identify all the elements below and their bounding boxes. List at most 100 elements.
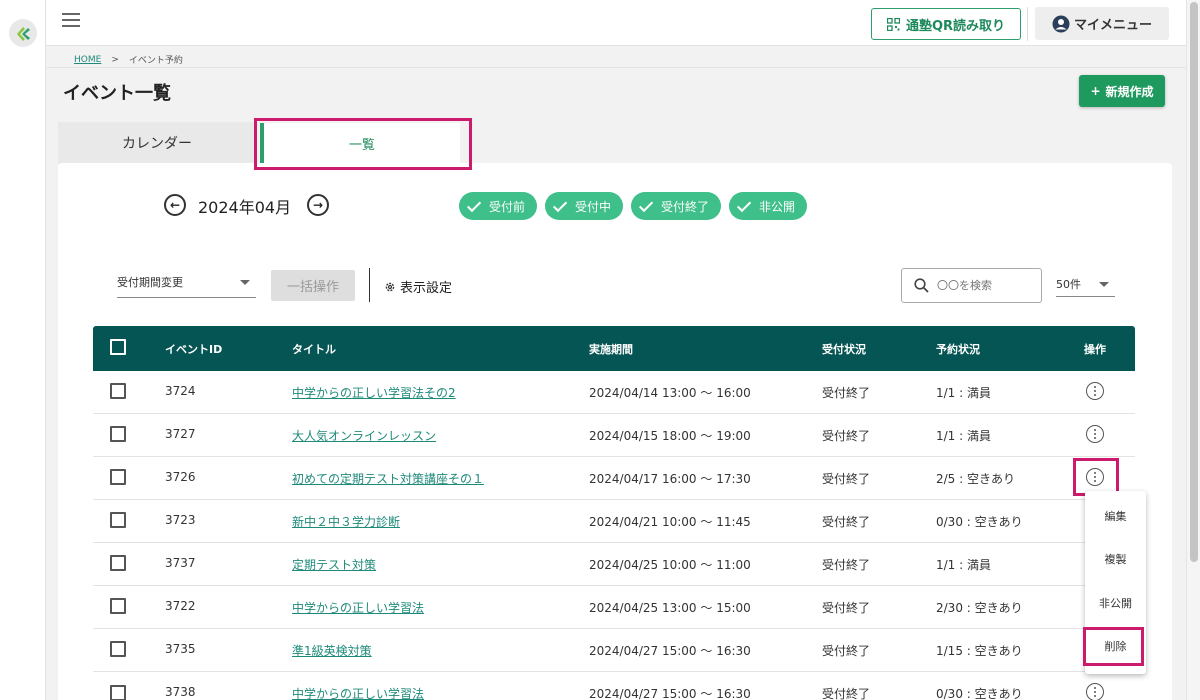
filter-chip-before[interactable]: 受付前	[459, 192, 538, 220]
row-event-id: 3727	[165, 427, 196, 441]
row-checkbox[interactable]	[110, 555, 126, 571]
arrow-left-icon: ←	[169, 198, 181, 212]
row-status: 受付終了	[822, 687, 871, 700]
qr-scan-label: 通塾QR読み取り	[905, 18, 1006, 34]
row-checkbox[interactable]	[110, 512, 126, 528]
breadcrumb-home-link[interactable]: HOME	[74, 55, 101, 65]
row-title-link[interactable]: 準1級英検対策	[292, 642, 372, 659]
next-month-button[interactable]: →	[307, 194, 329, 216]
select-all-checkbox[interactable]	[110, 339, 126, 355]
row-status: 受付終了	[822, 558, 871, 572]
row-checkbox[interactable]	[110, 469, 126, 485]
breadcrumb-divider	[46, 67, 1186, 68]
filter-chip-label: 受付前	[489, 199, 526, 214]
row-title-link[interactable]: 中学からの正しい学習法	[292, 685, 424, 700]
row-checkbox[interactable]	[110, 598, 126, 614]
left-rail	[0, 0, 46, 700]
row-event-id: 3726	[165, 470, 196, 484]
header-status: 受付状況	[822, 343, 866, 356]
row-title-link[interactable]: 初めての定期テスト対策講座その１	[292, 470, 484, 487]
row-period: 2024/04/27 15:00 ～ 16:30	[589, 644, 751, 658]
new-event-label: 新規作成	[1105, 84, 1154, 99]
menu-item-delete[interactable]: 削除	[1085, 631, 1146, 661]
more-options-icon[interactable]	[1086, 468, 1104, 486]
breadcrumb-separator: >	[111, 54, 119, 65]
plus-icon: +	[1090, 84, 1101, 98]
menu-item-edit[interactable]: 編集	[1085, 501, 1146, 531]
page-scrollbar[interactable]	[1186, 0, 1200, 700]
row-reservation: 1/1 : 満員	[936, 558, 991, 572]
row-reservation: 1/15 : 空きあり	[936, 644, 1023, 658]
row-status: 受付終了	[822, 386, 871, 400]
filter-chip-label: 受付中	[575, 199, 612, 214]
row-title-link[interactable]: 中学からの正しい学習法	[292, 599, 424, 616]
page-title: イベント一覧	[63, 83, 171, 104]
search-input[interactable]	[937, 279, 1027, 292]
row-period: 2024/04/14 13:00 ～ 16:00	[589, 386, 751, 400]
table-header: イベントID タイトル 実施期間 受付状況 予約状況 操作	[93, 326, 1135, 371]
menu-item-private[interactable]: 非公開	[1085, 588, 1146, 618]
row-checkbox[interactable]	[110, 383, 126, 399]
scrollbar-thumb[interactable]	[1190, 2, 1198, 562]
filter-chip-private[interactable]: 非公開	[729, 192, 808, 220]
row-title-link[interactable]: 大人気オンラインレッスン	[292, 427, 436, 444]
row-period: 2024/04/25 13:00 ～ 15:00	[589, 601, 751, 615]
more-options-icon[interactable]	[1086, 683, 1104, 700]
app-logo-icon[interactable]	[8, 18, 38, 48]
row-title-link[interactable]: 中学からの正しい学習法その2	[292, 384, 456, 401]
user-avatar-icon	[1052, 15, 1070, 32]
row-title-link[interactable]: 新中２中３学力診断	[292, 513, 400, 530]
row-event-id: 3722	[165, 599, 196, 613]
header-action: 操作	[1084, 343, 1106, 356]
display-settings-button[interactable]: 表示設定	[384, 277, 452, 296]
gear-icon	[385, 282, 395, 291]
more-options-icon[interactable]	[1086, 425, 1104, 443]
table-row: 3723 新中２中３学力診断 2024/04/21 10:00 ～ 11:45 …	[93, 500, 1135, 543]
month-label: 2024年04月	[198, 198, 292, 217]
page-size-select[interactable]: 50件	[1056, 270, 1115, 297]
row-event-id: 3724	[165, 384, 196, 398]
table-row: 3735 準1級英検対策 2024/04/27 15:00 ～ 16:30 受付…	[93, 629, 1135, 672]
my-menu-button[interactable]: マイメニュー	[1035, 7, 1169, 40]
arrow-right-icon: →	[312, 198, 324, 212]
row-reservation: 1/1 : 満員	[936, 386, 991, 400]
row-checkbox[interactable]	[110, 641, 126, 657]
menu-item-copy[interactable]: 複製	[1085, 544, 1146, 574]
row-period: 2024/04/15 18:00 ～ 19:00	[589, 429, 751, 443]
filter-chip-label: 非公開	[759, 199, 796, 214]
hamburger-menu-icon[interactable]	[62, 13, 80, 29]
row-event-id: 3723	[165, 513, 196, 527]
check-icon	[639, 197, 654, 212]
row-period: 2024/04/27 15:00 ～ 16:30	[589, 687, 751, 700]
header-period: 実施期間	[589, 343, 633, 356]
tab-calendar[interactable]: カレンダー	[58, 122, 256, 164]
tab-list[interactable]: 一覧	[260, 123, 460, 163]
new-event-button[interactable]: + 新規作成	[1079, 75, 1165, 107]
more-options-icon[interactable]	[1086, 382, 1104, 400]
row-event-id: 3738	[165, 685, 196, 699]
table-row: 3737 定期テスト対策 2024/04/25 10:00 ～ 11:00 受付…	[93, 543, 1135, 586]
caret-down-icon	[1099, 282, 1109, 287]
prev-month-button[interactable]: ←	[164, 194, 186, 216]
check-icon	[553, 197, 568, 212]
filter-chip-open[interactable]: 受付中	[545, 192, 624, 220]
display-settings-label: 表示設定	[400, 281, 453, 296]
page-size-value: 50件	[1056, 278, 1081, 291]
row-period: 2024/04/25 10:00 ～ 11:00	[589, 558, 751, 572]
bulk-action-button[interactable]: 一括操作	[271, 270, 355, 301]
row-period: 2024/04/21 10:00 ～ 11:45	[589, 515, 751, 529]
toolbar-divider	[369, 268, 370, 302]
row-status: 受付終了	[822, 515, 871, 529]
row-reservation: 0/30 : 空きあり	[936, 515, 1023, 529]
qr-scan-button[interactable]: 通塾QR読み取り	[871, 8, 1021, 40]
row-reservation: 2/5 : 空きあり	[936, 472, 1015, 486]
filter-chip-closed[interactable]: 受付終了	[631, 192, 722, 220]
row-checkbox[interactable]	[110, 426, 126, 442]
row-status: 受付終了	[822, 472, 871, 486]
period-change-select[interactable]: 受付期間変更	[117, 268, 256, 298]
row-reservation: 2/30 : 空きあり	[936, 601, 1023, 615]
row-checkbox[interactable]	[110, 685, 126, 700]
top-header: 通塾QR読み取り マイメニュー	[46, 0, 1186, 46]
row-title-link[interactable]: 定期テスト対策	[292, 556, 376, 573]
table-row: 3722 中学からの正しい学習法 2024/04/25 13:00 ～ 15:0…	[93, 586, 1135, 629]
